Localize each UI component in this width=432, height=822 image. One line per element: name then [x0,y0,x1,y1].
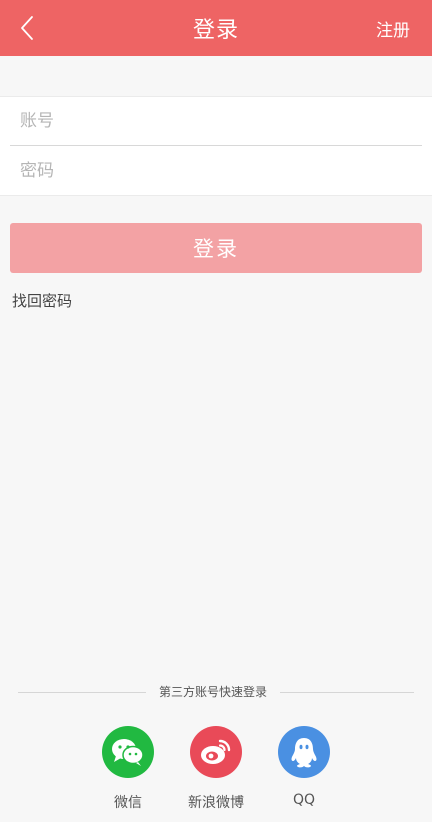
weibo-icon [190,726,242,778]
login-form [0,96,432,196]
chevron-left-icon [21,16,33,40]
divider-line-left [18,692,146,693]
wechat-icon [102,726,154,778]
third-party-divider: 第三方账号快速登录 [18,682,414,702]
divider-line-right [280,692,414,693]
password-input[interactable] [10,146,422,195]
wechat-label: 微信 [114,795,142,811]
wechat-login-button[interactable]: 微信 [88,726,168,812]
back-button[interactable] [12,10,42,46]
forgot-password-link[interactable]: 找回密码 [12,290,72,311]
register-link[interactable]: 注册 [376,0,410,56]
top-bar: 登录 注册 [0,0,432,56]
account-input[interactable] [10,97,422,146]
page-title: 登录 [192,18,239,43]
qq-login-button[interactable]: QQ [264,726,344,808]
qq-label: QQ [292,792,316,808]
weibo-label: 新浪微博 [188,795,244,811]
weibo-login-button[interactable]: 新浪微博 [176,726,256,812]
third-party-heading: 第三方账号快速登录 [158,685,267,699]
qq-icon [278,726,330,778]
login-button[interactable]: 登录 [10,223,422,273]
